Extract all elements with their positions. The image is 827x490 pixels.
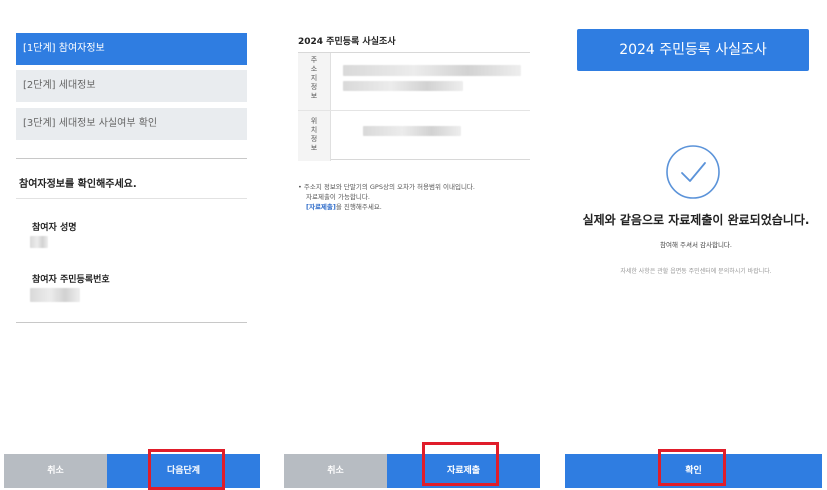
participant-rrn-label: 참여자 주민등록번호 xyxy=(32,275,110,285)
check-circle-icon xyxy=(666,145,720,199)
step-info-panel: [1단계] 참여자정보 [2단계] 세대정보 [3단계] 세대정보 사실여부 확… xyxy=(0,0,262,490)
table-row-divider xyxy=(298,110,530,111)
participant-name-label: 참여자 성명 xyxy=(32,223,77,233)
cancel-button[interactable]: 취소 xyxy=(4,454,107,488)
step-2-tab[interactable]: [2단계] 세대정보 xyxy=(16,70,247,102)
survey-title: 2024 주민등록 사실조사 xyxy=(298,37,396,47)
address-value-redacted xyxy=(343,65,521,76)
step-1-tab[interactable]: [1단계] 참여자정보 xyxy=(16,33,247,65)
inquiry-notice: 자세한 사항은 관할 읍면동 주민센터에 문의하시기 바랍니다. xyxy=(620,268,772,275)
highlight-box xyxy=(658,449,726,486)
completion-panel: 2024 주민등록 사실조사 실제와 같음으로 자료제출이 완료되었습니다. 참… xyxy=(565,0,827,490)
location-value-redacted xyxy=(363,126,461,136)
submit-link[interactable]: [자료제출] xyxy=(306,203,336,211)
participant-name-value-redacted xyxy=(30,236,48,248)
divider xyxy=(16,198,247,199)
completion-message: 실제와 같음으로 자료제출이 완료되었습니다. xyxy=(582,213,810,227)
bottom-button-bar: 취소 자료제출 xyxy=(284,454,540,488)
notice-line: 자료제출이 가능합니다. xyxy=(306,193,370,201)
step-3-tab[interactable]: [3단계] 세대정보 사실여부 확인 xyxy=(16,108,247,140)
participant-info-heading: 참여자정보를 확인해주세요. xyxy=(19,179,137,190)
participant-rrn-value-redacted xyxy=(30,288,80,302)
address-info-header: 주 소 지 정 보 xyxy=(298,53,331,110)
gps-notice: • 주소지 정보와 단말기의 GPS상의 오차가 허용범위 이내입니다. 자료제… xyxy=(298,182,533,212)
address-value-redacted xyxy=(343,81,463,91)
cancel-button[interactable]: 취소 xyxy=(284,454,387,488)
divider xyxy=(16,322,247,323)
location-info-header: 위 치 정 보 xyxy=(298,111,331,161)
highlight-box xyxy=(148,449,225,490)
survey-location-panel: 2024 주민등록 사실조사 주 소 지 정 보 위 치 정 보 • 주소지 정… xyxy=(282,0,544,490)
notice-line: [자료제출]을 진행해주세요. xyxy=(298,202,533,212)
info-table: 주 소 지 정 보 위 치 정 보 xyxy=(298,52,530,161)
highlight-box xyxy=(422,442,499,486)
divider xyxy=(16,158,247,159)
notice-text: 을 진행해주세요. xyxy=(335,203,382,211)
notice-line: • 주소지 정보와 단말기의 GPS상의 오차가 허용범위 이내입니다. xyxy=(298,183,475,191)
thanks-message: 참여해 주셔서 감사합니다. xyxy=(660,241,732,249)
survey-title-banner: 2024 주민등록 사실조사 xyxy=(577,29,809,71)
